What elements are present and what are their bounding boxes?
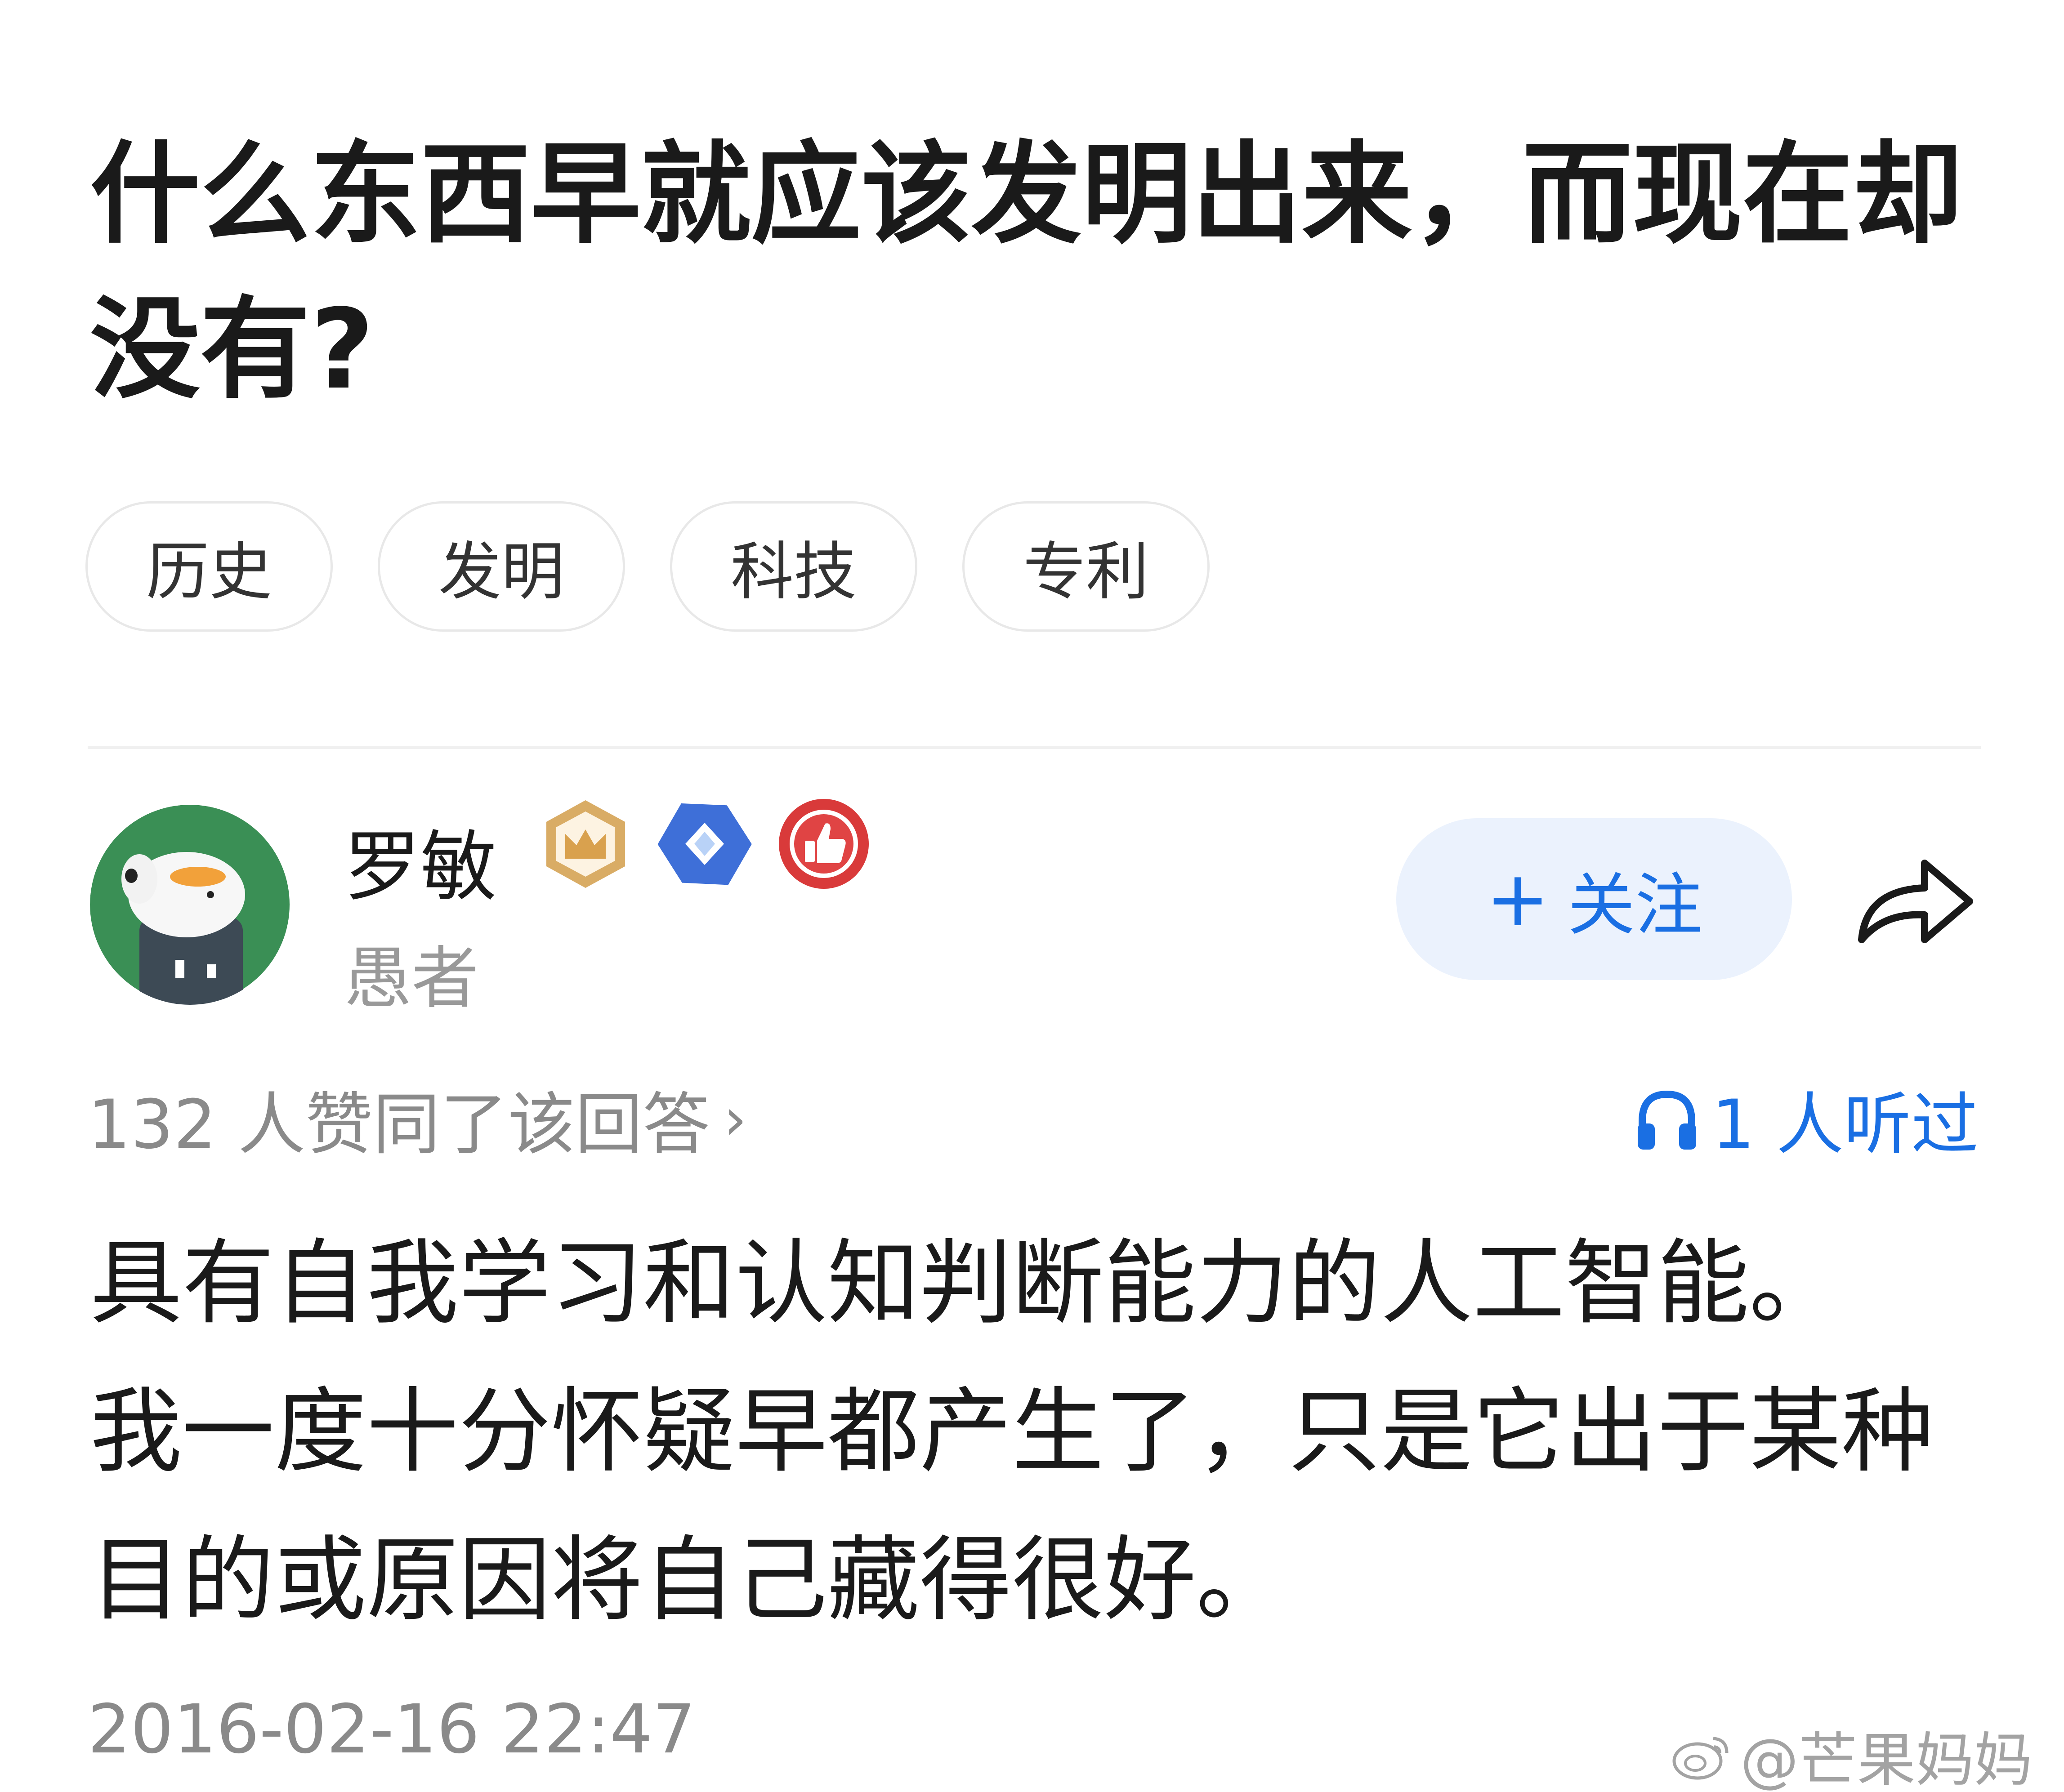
- vote-count-text: 132 人赞同了该回答: [88, 1086, 710, 1164]
- headphones-icon: [1637, 1090, 1696, 1150]
- thumbs-up-badge-icon[interactable]: [776, 796, 872, 892]
- answer-body: 具有自我学习和认知判断能力的人工智能。 我一度十分怀疑早都产生了，只是它出于某种…: [90, 1209, 2001, 1654]
- question-title-line-1: 什么东西早就应该发明出来，而现在却: [90, 130, 1963, 259]
- question-title: 什么东西早就应该发明出来，而现在却 没有?: [90, 117, 1979, 427]
- author-name[interactable]: 罗敏: [344, 805, 497, 915]
- question-title-line-2: 没有?: [90, 285, 375, 414]
- avatar-image: [90, 805, 290, 1005]
- follow-label: 关注: [1568, 866, 1703, 945]
- author-subtitle: 愚者: [344, 940, 479, 1018]
- tag-technology[interactable]: 科技: [670, 501, 917, 632]
- listened-count[interactable]: 1 人听过: [1633, 1070, 1979, 1168]
- share-icon[interactable]: [1853, 850, 1979, 953]
- tag-history[interactable]: 历史: [85, 501, 333, 632]
- listened-text: 1 人听过: [1711, 1086, 1979, 1164]
- avatar[interactable]: [90, 805, 290, 1005]
- answer-line-2: 我一度十分怀疑早都产生了，只是它出于某种: [90, 1378, 1934, 1485]
- follow-button[interactable]: + 关注: [1396, 818, 1792, 980]
- diamond-badge-icon[interactable]: [657, 796, 753, 892]
- crown-badge-icon[interactable]: [537, 796, 634, 892]
- watermark: @芒果妈妈: [1671, 1713, 2033, 1792]
- tag-invention[interactable]: 发明: [378, 501, 625, 632]
- answer-line-3: 目的或原因将自己藏得很好。: [90, 1527, 1288, 1634]
- weibo-icon: [1672, 1737, 1729, 1779]
- tag-patent[interactable]: 专利: [962, 501, 1210, 632]
- watermark-text: @芒果妈妈: [1740, 1726, 2033, 1792]
- section-divider: [88, 746, 1981, 749]
- answer-timestamp: 2016-02-16 22:47: [88, 1690, 696, 1769]
- topic-tags: 历史 发明 科技 专利: [85, 501, 1210, 632]
- vote-count-link[interactable]: 132 人赞同了该回答 ›: [88, 1070, 747, 1168]
- chevron-right-icon: ›: [724, 1084, 747, 1153]
- follow-plus-icon: +: [1485, 855, 1550, 944]
- author-badges: [537, 796, 872, 892]
- answer-line-1: 具有自我学习和认知判断能力的人工智能。: [90, 1230, 1841, 1337]
